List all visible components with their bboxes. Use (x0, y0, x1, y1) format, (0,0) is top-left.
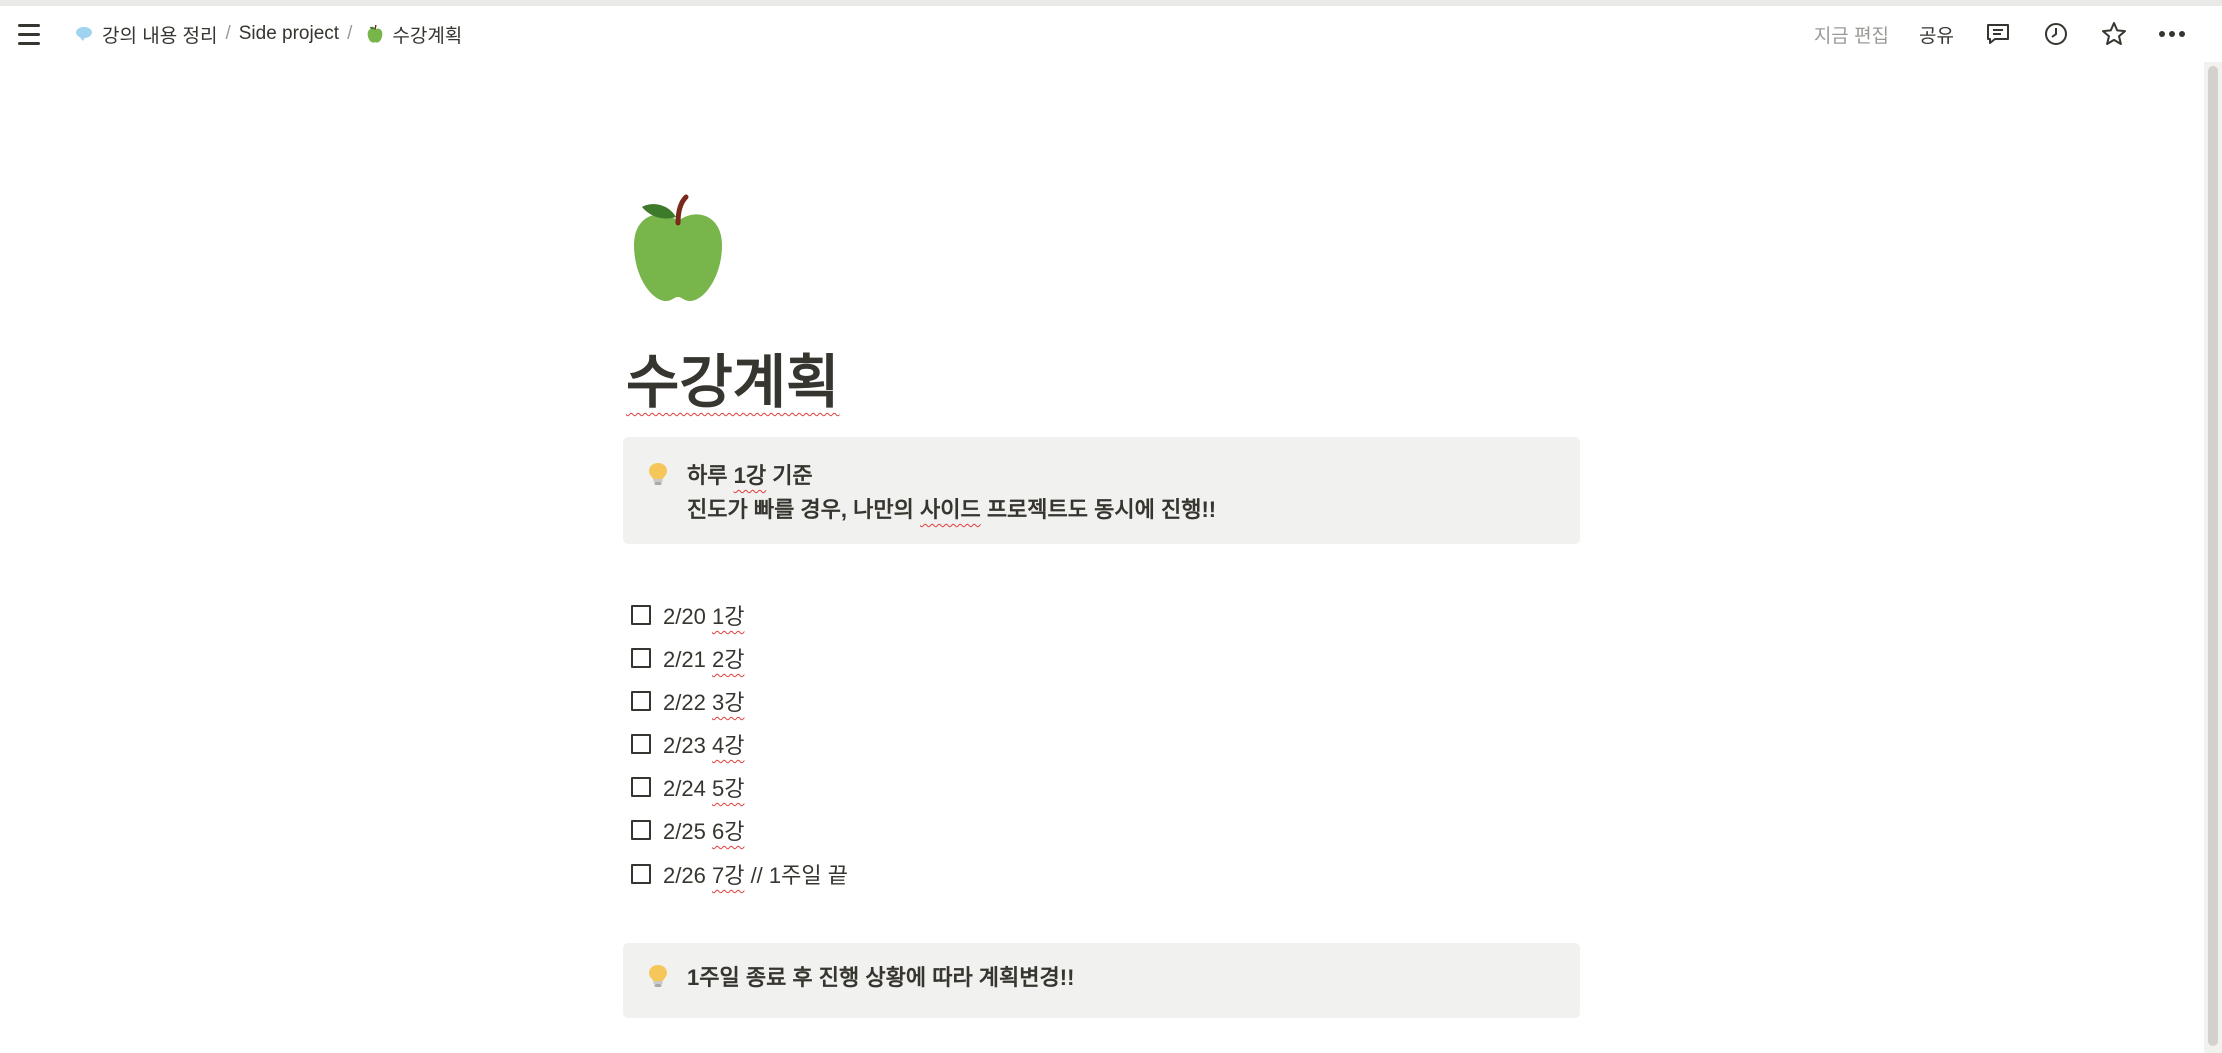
share-button[interactable]: 공유 (1919, 21, 1954, 48)
todo-checkbox[interactable] (631, 777, 651, 797)
todo-text: 2/21 2강 (663, 642, 744, 674)
breadcrumb-item-lecture-notes[interactable]: 강의 내용 정리 (70, 17, 223, 52)
scrollbar-thumb[interactable] (2208, 66, 2218, 1046)
todo-text: 2/20 1강 (663, 599, 744, 631)
more-icon[interactable] (2158, 20, 2186, 48)
top-bar: 강의 내용 정리 / Side project / 수강계획 지금 편집 공유 (0, 6, 2200, 62)
todo-lecture: 2강 (711, 647, 745, 672)
breadcrumb-separator: / (225, 23, 231, 44)
page-icon-green-apple[interactable] (630, 193, 726, 305)
callout-text-spellcheck: 사이드 (919, 497, 981, 522)
star-icon[interactable] (2100, 20, 2128, 48)
todo-lecture: 1강 (711, 604, 745, 629)
callout-text: 1주일 종료 후 진행 상황에 따라 계획변경!! (687, 965, 1075, 990)
callout-text: 기준 (766, 463, 813, 488)
scrollbar[interactable] (2204, 62, 2222, 1053)
callout-line-2: 진도가 빠를 경우, 나만의 사이드 프로젝트도 동시에 진행!! (687, 493, 1216, 527)
todo-lecture: 7강 (711, 863, 745, 888)
todo-lecture: 4강 (711, 733, 745, 758)
lightbulb-icon (649, 463, 667, 485)
breadcrumb-item-side-project[interactable]: Side project (233, 19, 345, 49)
comment-icon[interactable] (1984, 20, 2012, 48)
todo-text: 2/26 7강 // 1주일 끝 (663, 858, 848, 890)
todo-checkbox[interactable] (631, 691, 651, 711)
todo-item[interactable]: 2/24 5강 (631, 771, 744, 803)
callout-block-daily-goal[interactable]: 하루 1강 기준 진도가 빠를 경우, 나만의 사이드 프로젝트도 동시에 진행… (623, 437, 1580, 544)
todo-text: 2/25 6강 (663, 814, 744, 846)
todo-date: 2/20 (663, 604, 706, 629)
todo-item[interactable]: 2/23 4강 (631, 728, 744, 760)
todo-date: 2/25 (663, 819, 706, 844)
callout-text: 하루 (687, 463, 734, 488)
todo-lecture: 5강 (711, 776, 745, 801)
todo-text: 2/22 3강 (663, 685, 744, 717)
todo-date: 2/26 (663, 863, 706, 888)
todo-item[interactable]: 2/21 2강 (631, 642, 744, 674)
todo-date: 2/21 (663, 647, 706, 672)
todo-date: 2/24 (663, 776, 706, 801)
page-title[interactable]: 수강계획 (626, 348, 839, 418)
clock-icon[interactable] (2042, 20, 2070, 48)
todo-item[interactable]: 2/26 7강 // 1주일 끝 (631, 858, 848, 890)
callout-block-plan-change[interactable]: 1주일 종료 후 진행 상황에 따라 계획변경!! (623, 943, 1580, 1018)
breadcrumb-label: 강의 내용 정리 (102, 25, 218, 47)
todo-lecture: 3강 (711, 690, 745, 715)
todo-date: 2/22 (663, 690, 706, 715)
breadcrumb-label: Side project (238, 23, 340, 44)
breadcrumb-label: 수강계획 (392, 25, 463, 47)
lightbulb-icon (649, 965, 667, 987)
callout-text-spellcheck: 1강 (733, 463, 767, 488)
todo-item[interactable]: 2/25 6강 (631, 814, 744, 846)
todo-lecture: 6강 (711, 819, 745, 844)
todo-item[interactable]: 2/20 1강 (631, 599, 744, 631)
todo-checkbox[interactable] (631, 820, 651, 840)
todo-text: 2/24 5강 (663, 771, 744, 803)
topbar-actions: 지금 편집 공유 (1814, 20, 2186, 48)
todo-checkbox[interactable] (631, 734, 651, 754)
breadcrumb: 강의 내용 정리 / Side project / 수강계획 (70, 17, 468, 52)
breadcrumb-item-course-plan[interactable]: 수강계획 (360, 17, 468, 52)
speech-bubble-icon (76, 27, 94, 41)
callout-text: 프로젝트도 동시에 진행!! (980, 497, 1217, 522)
breadcrumb-separator: / (347, 23, 353, 44)
green-apple-icon (368, 24, 383, 43)
edit-now-button[interactable]: 지금 편집 (1814, 21, 1889, 48)
callout-text: 진도가 빠를 경우, 나만의 (687, 497, 920, 522)
todo-date: 2/23 (663, 733, 706, 758)
todo-text: 2/23 4강 (663, 728, 744, 760)
todo-item[interactable]: 2/22 3강 (631, 685, 744, 717)
todo-checkbox[interactable] (631, 648, 651, 668)
todo-note: // 1주일 끝 (750, 863, 848, 888)
callout-line-1: 하루 1강 기준 (687, 459, 1216, 493)
menu-icon[interactable] (18, 19, 48, 49)
todo-checkbox[interactable] (631, 605, 651, 625)
todo-checkbox[interactable] (631, 864, 651, 884)
